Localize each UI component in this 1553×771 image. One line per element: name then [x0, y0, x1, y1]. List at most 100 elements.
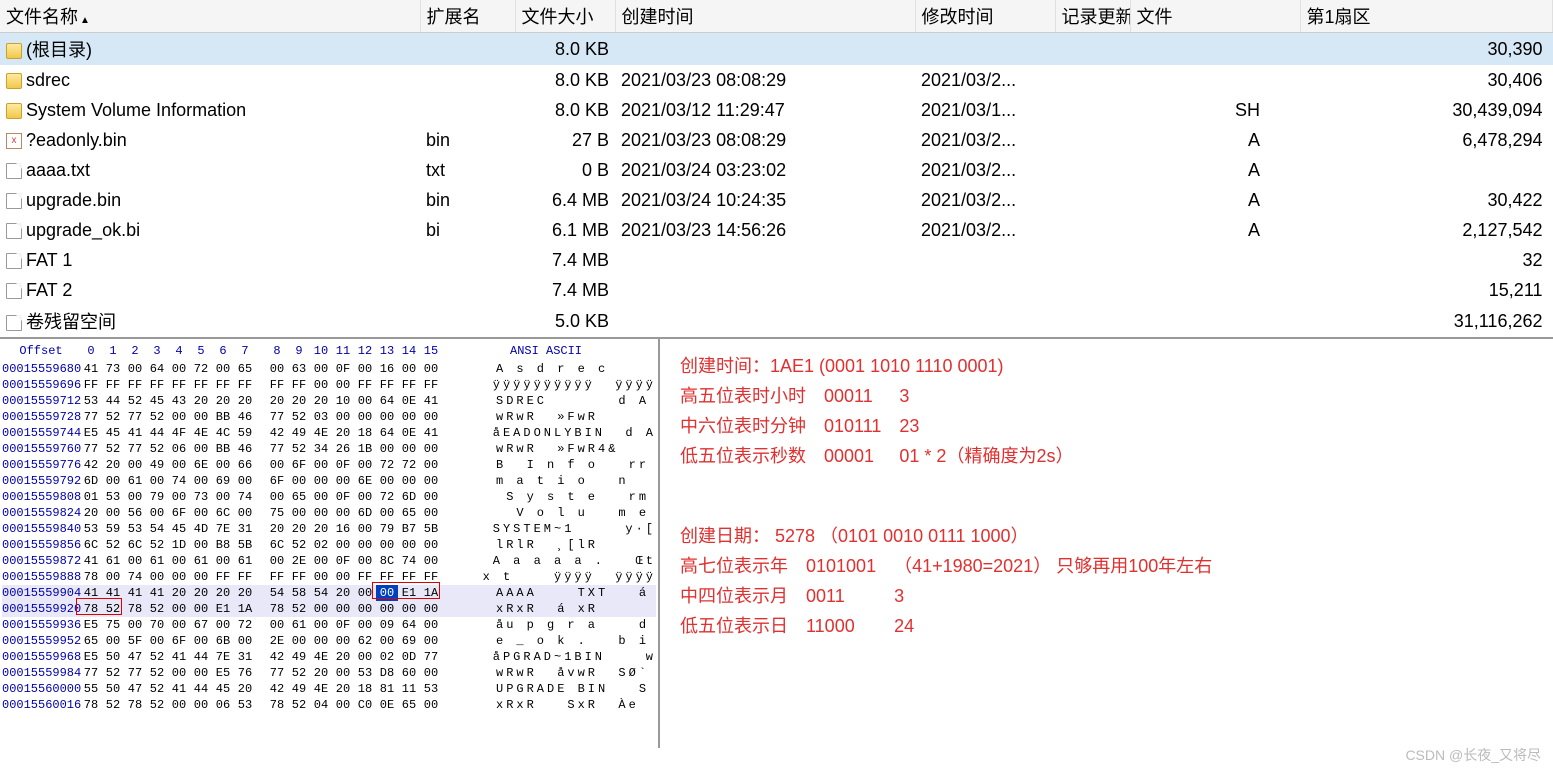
hex-bytes[interactable]: FFFFFFFFFFFFFFFFFFFF0000FFFFFFFF — [80, 377, 475, 393]
hex-byte[interactable]: 00 — [332, 601, 354, 617]
table-row[interactable]: sdrec8.0 KB2021/03/23 08:08:292021/03/2.… — [0, 65, 1553, 95]
hex-byte[interactable]: 61 — [146, 553, 168, 569]
hex-byte[interactable]: 52 — [288, 697, 310, 713]
hex-byte[interactable]: 20 — [212, 393, 234, 409]
hex-byte[interactable]: 00 — [168, 601, 190, 617]
hex-byte[interactable]: 10 — [332, 393, 354, 409]
hex-byte[interactable]: 52 — [146, 441, 168, 457]
hex-byte[interactable]: 60 — [398, 665, 420, 681]
hex-byte[interactable]: FF — [266, 377, 288, 393]
hex-byte[interactable]: 54 — [266, 585, 288, 601]
hex-byte[interactable]: 0F — [332, 553, 354, 569]
hex-byte[interactable]: 77 — [124, 441, 146, 457]
hex-byte[interactable]: 03 — [310, 409, 332, 425]
hex-byte[interactable]: 20 — [266, 393, 288, 409]
hex-byte[interactable]: 00 — [332, 697, 354, 713]
hex-byte[interactable]: 1B — [354, 441, 376, 457]
hex-byte[interactable]: 73 — [190, 489, 212, 505]
hex-byte[interactable]: 52 — [288, 441, 310, 457]
hex-byte[interactable]: 00 — [124, 361, 146, 377]
hex-byte[interactable]: 00 — [212, 457, 234, 473]
hex-byte[interactable]: 65 — [288, 489, 310, 505]
hex-byte[interactable]: 52 — [102, 409, 124, 425]
hex-byte[interactable]: 65 — [80, 633, 102, 649]
hex-byte[interactable]: 00 — [376, 441, 398, 457]
hex-byte[interactable]: 00 — [420, 697, 442, 713]
hex-byte[interactable]: 00 — [354, 393, 376, 409]
hex-byte[interactable]: 53 — [80, 393, 102, 409]
hex-byte[interactable]: 52 — [288, 601, 310, 617]
hex-byte[interactable]: 41 — [124, 585, 146, 601]
hex-byte[interactable]: 00 — [354, 409, 376, 425]
hex-byte[interactable]: 64 — [376, 393, 398, 409]
hex-byte[interactable]: 75 — [266, 505, 288, 521]
hex-byte[interactable]: 01 — [80, 489, 102, 505]
hex-byte[interactable]: 00 — [398, 361, 420, 377]
hex-byte[interactable]: 45 — [212, 681, 234, 697]
hex-byte[interactable]: 00 — [168, 553, 190, 569]
table-row[interactable]: x?eadonly.binbin27 B2021/03/23 08:08:292… — [0, 125, 1553, 155]
hex-byte[interactable]: 00 — [310, 473, 332, 489]
hex-byte[interactable]: 4D — [190, 521, 212, 537]
hex-byte[interactable]: 72 — [190, 361, 212, 377]
hex-byte[interactable]: 00 — [146, 569, 168, 585]
hex-byte[interactable]: 77 — [80, 441, 102, 457]
hex-byte[interactable]: 20 — [102, 457, 124, 473]
hex-byte[interactable]: 0F — [332, 617, 354, 633]
hex-byte[interactable]: 00 — [102, 505, 124, 521]
hex-byte[interactable]: 52 — [146, 649, 168, 665]
hex-byte[interactable]: 00 — [266, 457, 288, 473]
col-ext-header[interactable]: 扩展名 — [420, 0, 515, 33]
hex-byte[interactable]: 61 — [190, 553, 212, 569]
hex-byte[interactable]: BB — [212, 441, 234, 457]
col-sector-header[interactable]: 第1扇区 — [1300, 0, 1553, 33]
hex-byte[interactable]: 6F — [266, 473, 288, 489]
hex-byte[interactable]: 44 — [146, 425, 168, 441]
hex-byte[interactable]: 00 — [310, 633, 332, 649]
hex-byte[interactable]: 52 — [124, 393, 146, 409]
col-size-header[interactable]: 文件大小 — [515, 0, 615, 33]
hex-byte[interactable]: 6D — [80, 473, 102, 489]
hex-bytes[interactable]: 775277520600BB46775234261B000000 — [80, 441, 478, 457]
hex-byte[interactable]: 00 — [354, 457, 376, 473]
hex-byte[interactable]: 00 — [398, 537, 420, 553]
hex-byte[interactable]: 53 — [124, 521, 146, 537]
hex-byte[interactable]: 73 — [102, 361, 124, 377]
hex-row[interactable]: 0001555977642200049006E0066006F000F00727… — [2, 457, 656, 473]
hex-byte[interactable]: BB — [212, 409, 234, 425]
hex-row[interactable]: 0001555968041730064007200650063000F00160… — [2, 361, 656, 377]
hex-byte[interactable]: 62 — [354, 633, 376, 649]
hex-byte[interactable]: 6D — [354, 505, 376, 521]
hex-byte[interactable]: 52 — [102, 537, 124, 553]
hex-byte[interactable]: 00 — [310, 569, 332, 585]
hex-byte[interactable]: 53 — [420, 681, 442, 697]
hex-byte[interactable]: 52 — [102, 697, 124, 713]
hex-byte[interactable]: FF — [234, 377, 256, 393]
hex-byte[interactable]: 00 — [420, 489, 442, 505]
hex-byte[interactable]: 41 — [80, 553, 102, 569]
hex-byte[interactable]: 50 — [102, 681, 124, 697]
hex-byte[interactable]: 00 — [190, 505, 212, 521]
hex-byte[interactable]: FF — [146, 377, 168, 393]
hex-byte[interactable]: 78 — [80, 569, 102, 585]
hex-byte[interactable]: 00 — [310, 553, 332, 569]
hex-byte[interactable]: 00 — [310, 457, 332, 473]
hex-byte[interactable]: 46 — [234, 441, 256, 457]
hex-byte[interactable]: 43 — [168, 393, 190, 409]
hex-byte[interactable]: 53 — [80, 521, 102, 537]
hex-byte[interactable]: 41 — [124, 425, 146, 441]
hex-byte[interactable]: 00 — [168, 697, 190, 713]
hex-byte[interactable]: 00 — [354, 489, 376, 505]
hex-byte[interactable]: 02 — [310, 537, 332, 553]
hex-byte[interactable]: 00 — [146, 633, 168, 649]
hex-bytes[interactable]: 4161006100610061002E000F008C7400 — [80, 553, 475, 569]
hex-byte[interactable]: 20 — [168, 585, 190, 601]
hex-byte[interactable]: 00 — [310, 377, 332, 393]
hex-byte[interactable]: 20 — [190, 585, 212, 601]
hex-byte[interactable]: 44 — [190, 649, 212, 665]
hex-byte[interactable]: 20 — [310, 665, 332, 681]
hex-byte[interactable]: 54 — [146, 521, 168, 537]
hex-byte[interactable]: FF — [420, 377, 442, 393]
hex-byte[interactable]: 20 — [288, 521, 310, 537]
file-list-table[interactable]: 文件名称▲ 扩展名 文件大小 创建时间 修改时间 记录更新 文件 第1扇区 (根… — [0, 0, 1553, 337]
